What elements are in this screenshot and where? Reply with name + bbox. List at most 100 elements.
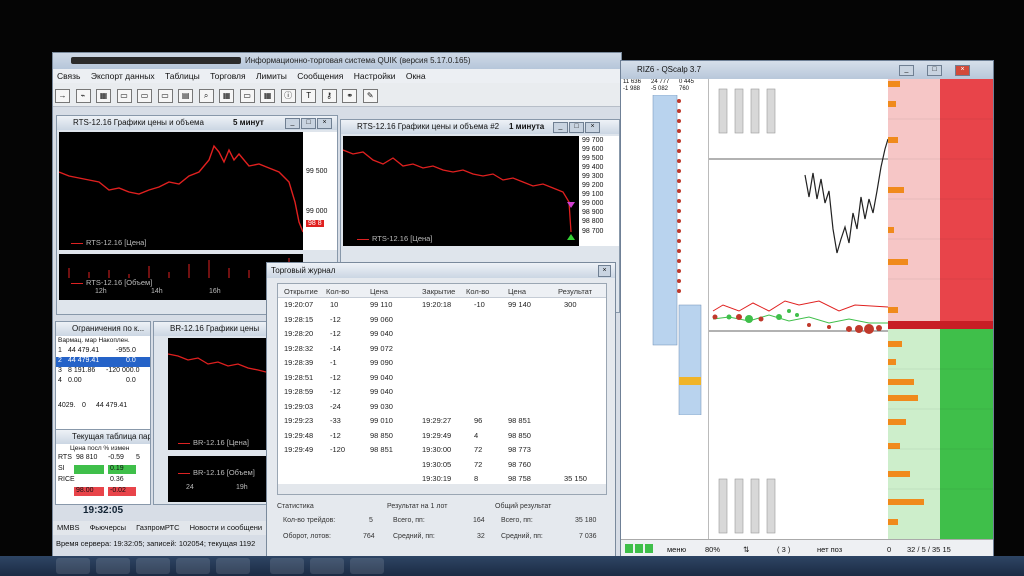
close-icon[interactable]: × [598,265,611,277]
price-tick: 99 500 [582,155,604,162]
app-icon[interactable] [350,558,384,574]
table-icon[interactable]: ▦ [219,89,235,103]
table-row[interactable]: 1 44 479.41 -955.0 [56,347,150,357]
maximize-icon[interactable]: □ [927,65,942,76]
stats-label: Средний, пп: [501,533,543,540]
media-icon[interactable] [176,558,210,574]
minimize-icon[interactable]: _ [553,122,568,133]
browser-icon[interactable] [96,558,130,574]
quik-title-bar[interactable]: Информационно-торговая система QUIK (вер… [53,53,621,69]
menu-item-settings[interactable]: Настройки [354,71,396,81]
close-icon[interactable]: × [955,65,970,76]
menu-item-connection[interactable]: Связь [57,71,81,81]
chart-title: RTS-12.16 Графики цены и объема [73,118,204,127]
table-row[interactable]: SI 0.19 [56,465,150,475]
column-header[interactable]: Цена [370,287,388,296]
menu-item-windows[interactable]: Окна [406,71,426,81]
table-row[interactable]: 19:28:15 -12 99 060 [278,315,606,329]
menu-item-export[interactable]: Экспорт данных [91,71,155,81]
tab-mmbs[interactable]: MMBS [57,523,80,532]
start-icon[interactable] [56,558,90,574]
app-icon[interactable] [310,558,344,574]
chart-window-title-bar[interactable]: BR-12.16 Графики цены [154,322,266,336]
window-icon[interactable]: ▭ [137,89,153,103]
table-cell: 98 851 [370,445,393,454]
table-row[interactable]: 19:28:51 -12 99 040 [278,373,606,387]
window-icon[interactable]: ▭ [157,89,173,103]
current-table-title-bar[interactable]: Текущая таблица пар [56,430,150,444]
sell-marker [567,202,575,208]
menu-item-tables[interactable]: Таблицы [165,71,200,81]
table-row[interactable]: 19:30:05 72 98 760 [278,460,606,474]
connect-icon[interactable]: ⌁ [75,89,91,103]
menu-item-messages[interactable]: Сообщения [297,71,343,81]
search-icon[interactable]: ⌕ [198,89,214,103]
table-row[interactable]: 19:28:39 -1 99 090 [278,358,606,372]
table-row[interactable]: 19:29:03 -24 99 030 [278,402,606,416]
info-icon[interactable]: ⓘ [280,89,296,103]
tab-futures[interactable]: Фьючерсы [90,523,126,532]
window-icon[interactable]: ▭ [116,89,132,103]
menu-item-trading[interactable]: Торговля [210,71,246,81]
menu-item-limits[interactable]: Лимиты [256,71,287,81]
journal-table[interactable]: Открытие Кол-во Цена Закрытие Кол-во Цен… [277,283,607,495]
table-row[interactable]: RTS 98 810 -0.59 5 [56,454,150,464]
edit-icon[interactable]: ✎ [362,89,378,103]
app-icon[interactable] [270,558,304,574]
table-row-selected[interactable]: 2 44 479.41 0.0 [56,357,150,367]
text-icon[interactable]: T [301,89,317,103]
column-header[interactable]: Открытие [284,287,318,296]
table-row[interactable]: 19:28:20 -12 99 040 [278,329,606,343]
chrome-icon[interactable] [216,558,250,574]
lock-icon[interactable]: ⚷ [321,89,337,103]
scalp-chart[interactable] [709,79,888,539]
grid-icon[interactable]: ▦ [260,89,276,103]
trades-tape[interactable]: 11 636 24 777 0 445 -1 988 -5 082 760 [621,79,709,539]
minimize-icon[interactable]: _ [899,65,914,76]
order-book[interactable] [888,79,993,539]
table-row[interactable]: 19:29:49 -120 98 851 19:30:00 72 98 773 [278,445,606,459]
price-line [58,144,304,233]
price-chart[interactable]: RTS-12.16 [Цена] [58,132,304,250]
journal-title-bar[interactable]: Торговый журнал × [267,263,615,278]
column-header[interactable]: Цена [508,287,526,296]
tab-gazprom[interactable]: ГазпромРТС [136,523,179,532]
table-row[interactable]: 98.00 -0.02 [56,487,150,497]
table-row[interactable]: RICE 0.36 [56,476,150,486]
close-icon[interactable]: × [317,118,332,129]
chart-icon[interactable]: ▤ [178,89,194,103]
price-tick: 99 500 [306,168,328,175]
folder-icon[interactable] [136,558,170,574]
table-row[interactable]: 19:28:32 -14 99 072 [278,344,606,358]
price-chart[interactable]: RTS-12.16 [Цена] [342,136,579,246]
price-tick: 99 100 [582,191,604,198]
table-cell: 98 773 [508,445,531,454]
table-row[interactable]: 19:28:59 -12 99 040 [278,387,606,401]
table-icon[interactable]: ▦ [96,89,112,103]
qscalp-title-bar[interactable]: RIZ6 - QScalp 3.7 _ □ × [621,61,993,79]
table-cell: 19:29:49 [422,430,452,440]
maximize-icon[interactable]: □ [569,122,584,133]
horizontal-scrollbar[interactable] [278,484,606,494]
table-row[interactable]: 19:20:07 10 99 110 19:20:18 -10 99 140 300 [278,300,606,314]
column-header[interactable]: Кол-во [466,287,489,296]
column-header[interactable]: Закрытие [422,287,455,296]
table-row[interactable]: 19:29:48 -12 98 850 19:29:49 4 98 850 [278,431,606,445]
minimize-icon[interactable]: _ [285,118,300,129]
window-icon[interactable]: ▭ [239,89,255,103]
volume-chart[interactable]: BR-12.16 [Объем] 24 19h [168,456,266,502]
close-icon[interactable]: × [585,122,600,133]
tab-news[interactable]: Новости и сообщени [190,523,262,532]
table-row[interactable]: 19:29:23 -33 99 010 19:29:27 96 98 851 [278,416,606,430]
arrow-icon[interactable]: → [55,89,70,103]
table-row[interactable]: 38 191.86 -120 000.0 [56,367,150,377]
price-chart[interactable]: BR-12.16 [Цена] [167,338,266,450]
column-header[interactable]: Результат [558,287,592,296]
table-cell: 19:29:23 [284,416,314,425]
maximize-icon[interactable]: □ [301,118,316,129]
table-cell: 99 030 [370,401,393,411]
column-header[interactable]: Кол-во [326,287,349,296]
table-row[interactable]: 4 0.00 0.0 [56,377,150,387]
link-icon[interactable]: ⚭ [342,89,358,103]
limits-title-bar[interactable]: Ограничения по к... [56,322,150,336]
